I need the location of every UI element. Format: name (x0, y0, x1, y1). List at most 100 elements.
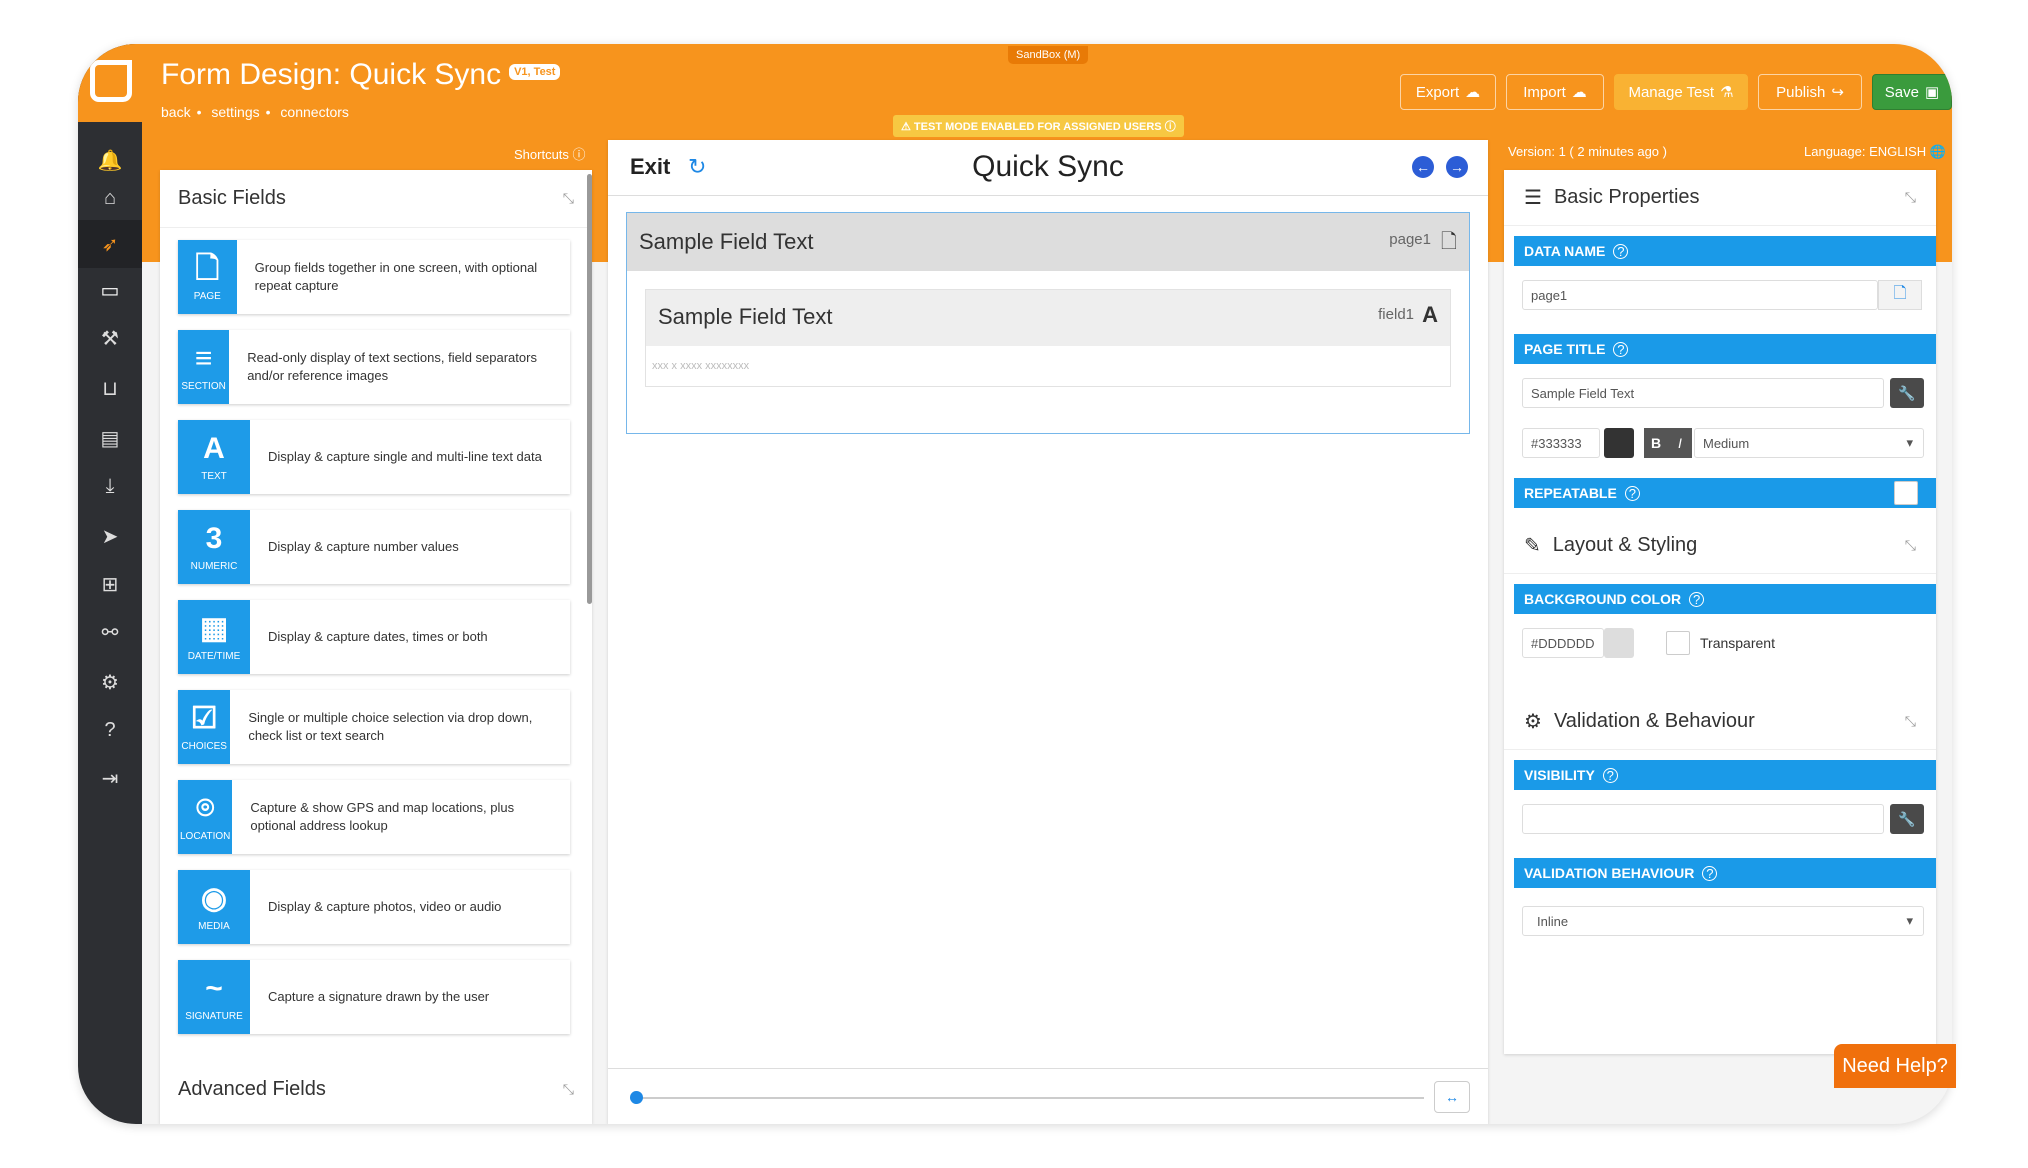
field-card-choices[interactable]: ☑ CHOICES Single or multiple choice select… (178, 690, 570, 764)
page-title: Form Design: Quick Sync V1, Test (161, 58, 561, 92)
field-card-text[interactable]: A TEXT Display & capture single and multi-… (178, 420, 570, 494)
app-frame: 🔔 ⌂ ➶ ▭ ⚒ ⊔ ▤ ⤓ ➤ ⊞ ⚯ ⚙ ? ⇥ Form Design:… (78, 44, 1952, 1124)
field-card-page[interactable]: 🗋 PAGE Group fields together in one screen… (178, 240, 570, 314)
field-card-signature[interactable]: ~ SIGNATURE Capture a signature drawn by t… (178, 960, 570, 1034)
download-icon[interactable]: ⤓ (78, 462, 142, 510)
font-size-select[interactable]: Medium ▾ (1694, 428, 1924, 458)
advanced-fields-header[interactable]: Advanced Fields ⤡ (160, 1060, 592, 1118)
breadcrumb-connectors[interactable]: connectors (280, 104, 348, 120)
wrench-icon[interactable]: 🔧 (1890, 378, 1924, 408)
basket-icon[interactable]: ⊔ (78, 364, 142, 412)
validation-behaviour-header[interactable]: ⚙ Validation & Behaviour ⤡ (1504, 694, 1936, 750)
import-button[interactable]: Import ☁ (1506, 74, 1604, 110)
help-icon[interactable]: ? (1702, 865, 1718, 881)
signature-desc: Capture a signature drawn by the user (268, 989, 490, 1004)
field-card-datetime[interactable]: ▦ DATE/TIME Display & capture dates, times… (178, 600, 570, 674)
collapse-icon[interactable]: ⤡ (563, 190, 574, 207)
background-color-label: BACKGROUND COLOR? (1514, 584, 1936, 614)
handshake-icon[interactable]: ⚯ (78, 608, 142, 656)
expand-icon[interactable]: ↔ (1434, 1081, 1470, 1113)
field-card-numeric[interactable]: 3 NUMERIC Display & capture number values (178, 510, 570, 584)
export-button[interactable]: Export ☁ (1400, 74, 1496, 110)
gears-icon[interactable]: ⚙ (78, 658, 142, 706)
checkbox-icon: ☑ CHOICES (178, 690, 231, 764)
field-card-location[interactable]: ⌾ LOCATION Capture & show GPS and map loca… (178, 780, 570, 854)
logo[interactable] (78, 44, 142, 122)
repeatable-checkbox[interactable] (1894, 481, 1918, 505)
help-icon[interactable]: ? (1613, 243, 1629, 259)
layout-styling-header[interactable]: ✎ Layout & Styling ⤡ (1504, 518, 1936, 574)
background-color-swatch[interactable] (1604, 628, 1634, 658)
devices-icon[interactable]: ▭ (78, 266, 142, 314)
publish-button[interactable]: Publish ↪ (1758, 74, 1862, 110)
help-icon[interactable]: ? (1624, 485, 1640, 501)
field-card-section[interactable]: ≡ SECTION Read-only display of text sectio… (178, 330, 570, 404)
zoom-slider-handle[interactable] (630, 1091, 643, 1104)
help-icon[interactable]: ? (78, 706, 142, 754)
italic-button[interactable]: I (1668, 428, 1692, 458)
zoom-slider-track[interactable] (636, 1097, 1424, 1099)
table-icon[interactable]: ▤ (78, 414, 142, 462)
background-color-input[interactable]: #DDDDDD (1522, 628, 1604, 658)
previous-icon[interactable]: ← (1412, 156, 1434, 178)
file-icon: 🗋 (1440, 231, 1457, 253)
need-help-button[interactable]: Need Help? (1834, 1044, 1956, 1088)
page-desc: Group fields together in one screen, wit… (254, 260, 538, 293)
send-icon[interactable]: ➤ (78, 512, 142, 560)
page-header[interactable]: Sample Field Text page1 🗋 (627, 213, 1469, 271)
manage-test-button[interactable]: Manage Test ⚗ (1614, 74, 1748, 110)
collapse-icon[interactable]: ⤡ (1905, 713, 1916, 730)
shortcuts-link[interactable]: Shortcuts ⓘ (514, 144, 586, 163)
section-label: SECTION (181, 380, 226, 392)
page-container[interactable]: Sample Field Text page1 🗋 Sample Field T… (626, 212, 1470, 434)
collapse-icon[interactable]: ⤡ (1905, 189, 1916, 206)
page-title-input[interactable]: Sample Field Text (1522, 378, 1884, 408)
collapse-icon[interactable]: ⤡ (563, 1081, 574, 1098)
test-mode-banner: ⚠ TEST MODE ENABLED FOR ASSIGNED USERS ⓘ (893, 115, 1184, 137)
basic-fields-title: Basic Fields (178, 187, 286, 209)
sitemap-icon[interactable]: ⊞ (78, 560, 142, 608)
text-color-input[interactable]: #333333 (1522, 428, 1600, 458)
data-name-input[interactable]: page1 (1522, 280, 1878, 310)
basic-fields-panel: Basic Fields ⤡ 🗋 PAGE Group fields together… (160, 170, 592, 1124)
left-scrollbar[interactable] (587, 174, 592, 604)
help-icon[interactable]: ? (1602, 767, 1618, 783)
data-name-label: DATA NAME? (1514, 236, 1936, 266)
help-icon[interactable]: ? (1689, 591, 1705, 607)
field-card-media[interactable]: ◉ MEDIA Display & capture photos, video or… (178, 870, 570, 944)
language-selector[interactable]: Language: ENGLISH 🌐 (1804, 144, 1946, 160)
signature-label: SIGNATURE (185, 1010, 243, 1022)
help-icon[interactable]: ? (1613, 341, 1629, 357)
text-desc: Display & capture single and multi-line … (268, 449, 542, 464)
rocket-icon[interactable]: ➶ (78, 220, 142, 268)
manage-test-label: Manage Test (1628, 83, 1715, 101)
media-glyph: ◉ (200, 881, 228, 915)
breadcrumb-settings[interactable]: settings (211, 104, 259, 120)
list-icon: ☰ (1524, 187, 1542, 209)
logout-icon[interactable]: ⇥ (78, 754, 142, 802)
transparent-checkbox[interactable] (1666, 631, 1690, 655)
bold-button[interactable]: B (1644, 428, 1668, 458)
breadcrumb-back[interactable]: back (161, 104, 191, 120)
field-header[interactable]: Sample Field Text field1 A (646, 290, 1450, 346)
text-color-swatch[interactable] (1604, 428, 1634, 458)
choices-desc: Single or multiple choice selection via … (248, 710, 533, 743)
wrench-icon[interactable]: ⚒ (78, 314, 142, 362)
page-glyph: 🗋 (195, 251, 220, 285)
validation-behaviour-select[interactable]: Inline ▾ (1522, 906, 1924, 936)
wrench-icon[interactable]: 🔧 (1890, 804, 1924, 834)
data-name-label-text: DATA NAME (1524, 243, 1606, 259)
home-icon[interactable]: ⌂ (78, 174, 142, 222)
file-icon[interactable]: 🗋 (1878, 280, 1922, 310)
sidebar: 🔔 ⌂ ➶ ▭ ⚒ ⊔ ▤ ⤓ ➤ ⊞ ⚯ ⚙ ? ⇥ (78, 44, 142, 1124)
chevron-down-icon: ▾ (1906, 913, 1913, 928)
text-field[interactable]: Sample Field Text field1 A xxx x xxxx xx… (645, 289, 1451, 387)
publish-label: Publish (1776, 83, 1826, 101)
transparent-label: Transparent (1700, 635, 1775, 651)
save-button[interactable]: Save ▣ (1872, 74, 1952, 110)
collapse-icon[interactable]: ⤡ (1905, 537, 1916, 554)
logo-icon (90, 60, 132, 102)
basic-properties-header[interactable]: ☰ Basic Properties ⤡ (1504, 170, 1936, 226)
next-icon[interactable]: → (1446, 156, 1468, 178)
visibility-input[interactable] (1522, 804, 1884, 834)
